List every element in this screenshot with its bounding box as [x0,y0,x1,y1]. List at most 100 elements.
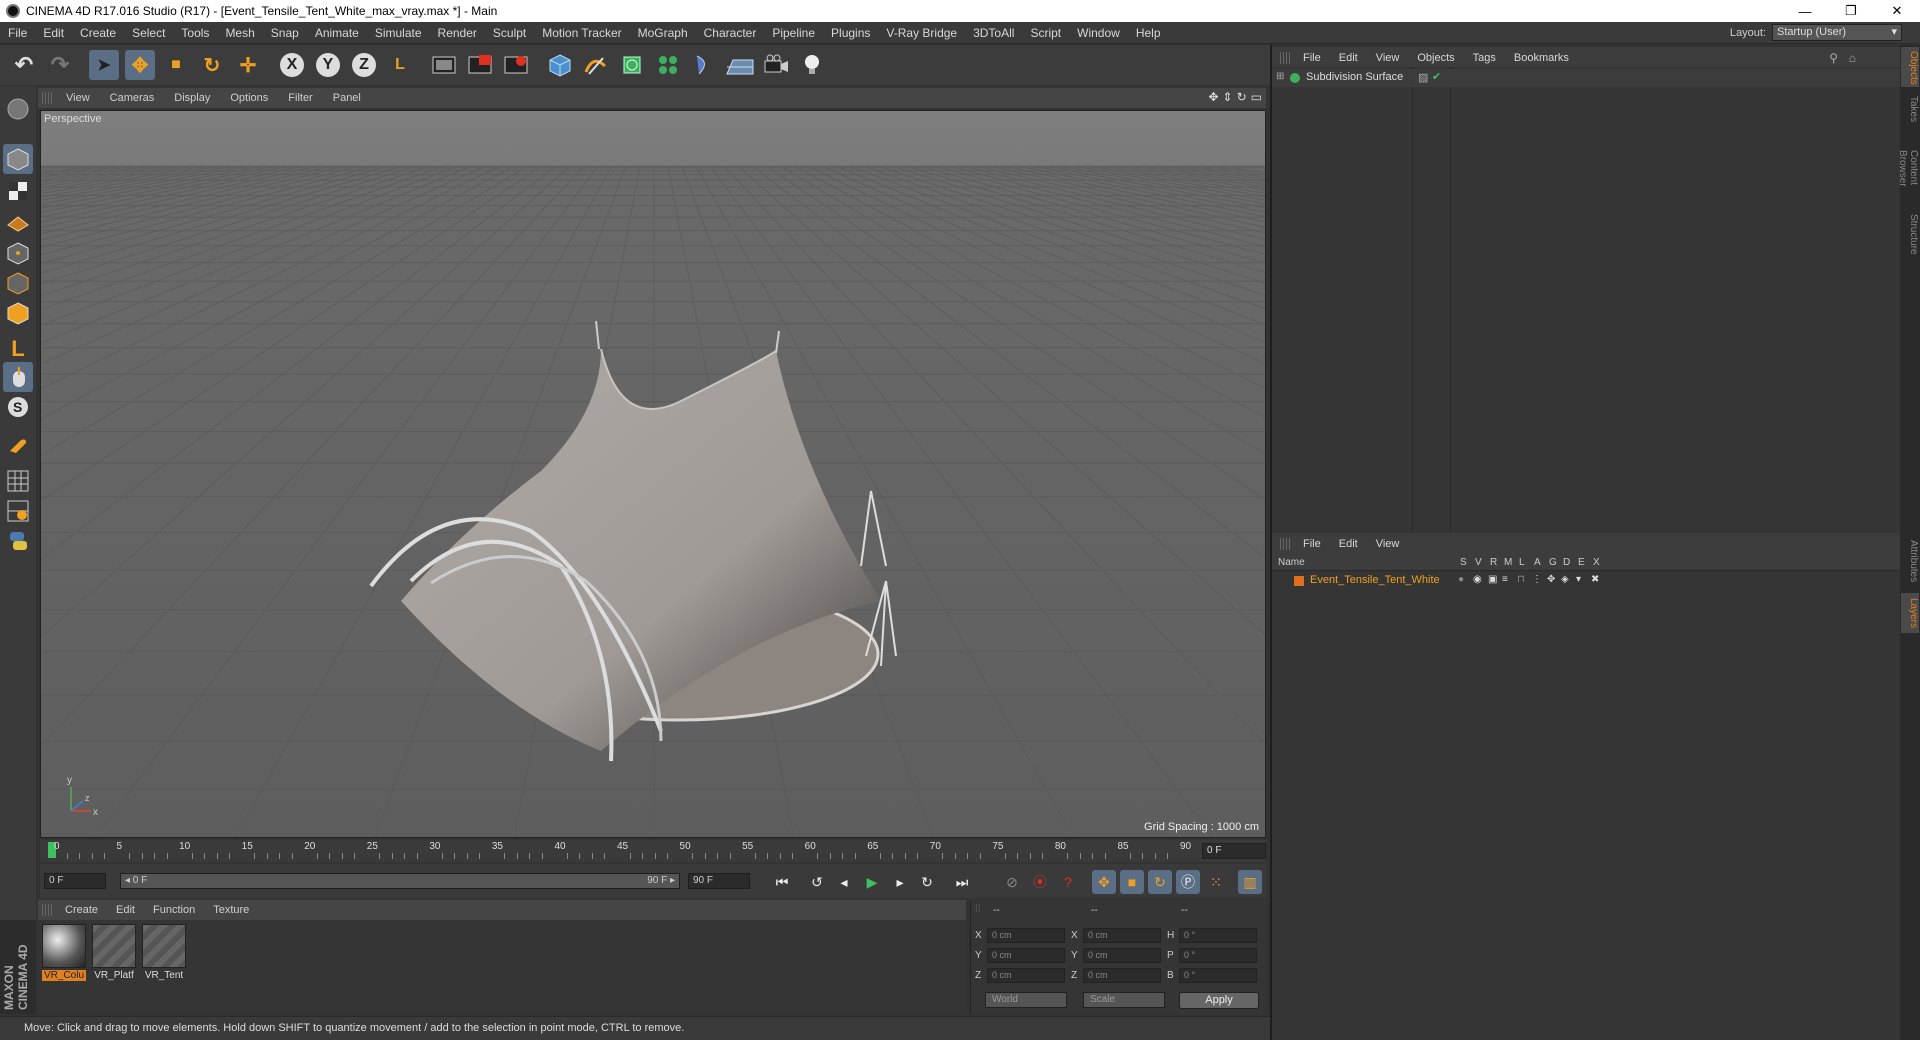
render-settings-icon[interactable] [501,50,531,80]
menu-tools[interactable]: Tools [173,26,217,40]
layer-render-icon[interactable]: ▣ [1488,574,1497,585]
material-swatch[interactable]: VR_Colu [42,924,86,981]
camera-icon[interactable] [761,50,791,80]
apply-button[interactable]: Apply [1179,992,1259,1009]
step-back-icon[interactable]: ◂ [832,870,856,894]
frame-ruler[interactable]: 0 5 10 15 20 25 30 35 40 45 50 55 60 65 70 75 80 85 90 [48,840,1194,862]
material-menu-edit[interactable]: Edit [107,904,144,916]
record-keys-icon[interactable]: ⦿ [1028,870,1052,894]
pos-y-field[interactable]: 0 cm [987,948,1065,963]
edges-mode-icon[interactable] [3,268,33,298]
key-scale-icon[interactable]: ■ [1120,870,1144,894]
menu-simulate[interactable]: Simulate [367,26,430,40]
menu-plugins[interactable]: Plugins [823,26,878,40]
tweak-mode-icon[interactable] [3,362,33,392]
layer-visible-icon[interactable]: ◉ [1473,574,1482,585]
timeline-ruler[interactable]: 0 5 10 15 20 25 30 35 40 45 50 55 60 65 70 75 80 85 90 0 F [40,840,1266,862]
polygons-mode-icon[interactable] [3,298,33,328]
viewport-menu-options[interactable]: Options [220,92,278,104]
menu-vray-bridge[interactable]: V-Ray Bridge [878,26,965,40]
grid-snap-icon[interactable] [3,496,33,526]
key-param-icon[interactable]: Ⓟ [1176,870,1200,894]
key-rotation-icon[interactable]: ↻ [1148,870,1172,894]
spline-pen-icon[interactable] [581,50,611,80]
deformer-icon[interactable] [689,50,719,80]
menu-motion-tracker[interactable]: Motion Tracker [534,26,629,40]
menu-pipeline[interactable]: Pipeline [764,26,823,40]
motion-record-icon[interactable]: ⊘ [1000,870,1024,894]
close-button[interactable]: ✕ [1874,0,1920,22]
axis-mode-icon[interactable]: L [3,334,33,364]
camera-label[interactable]: Perspective [44,113,101,125]
step-back-key-icon[interactable]: ↺ [805,870,829,894]
cube-primitive-icon[interactable] [545,50,575,80]
coord-mode-dropdown[interactable]: World [985,992,1067,1008]
objects-search-icon[interactable]: ⚲ [1829,51,1838,65]
scale-tool-button[interactable]: ■ [161,50,191,80]
viewport-menu-cameras[interactable]: Cameras [100,92,165,104]
current-frame-field[interactable]: 0 F [1202,843,1266,859]
maximize-view-icon[interactable]: ▭ [1251,90,1262,104]
autokey-icon[interactable]: ? [1056,870,1080,894]
tab-layers[interactable]: Layers [1901,593,1919,633]
coordinate-system-button[interactable]: L [385,50,415,80]
render-to-picture-viewer-icon[interactable] [465,50,495,80]
menu-animate[interactable]: Animate [307,26,367,40]
pan-icon[interactable]: ✥ [1208,90,1218,104]
viewport-menu-view[interactable]: View [56,92,100,104]
panel-grip[interactable] [1280,538,1290,550]
timeline-window-icon[interactable]: ▥ [1238,870,1262,894]
layers-menu-file[interactable]: File [1294,538,1330,550]
key-pla-icon[interactable]: ⁙ [1204,870,1228,894]
layer-row[interactable]: Event_Tensile_Tent_White ● ◉ ▣ ≡ ⊓ ⋮ ✥ ◈… [1272,573,1902,589]
menu-script[interactable]: Script [1022,26,1069,40]
make-editable-icon[interactable] [3,94,33,124]
step-forward-icon[interactable]: ▸ [888,870,912,894]
go-to-end-icon[interactable]: ⏭ [950,870,974,894]
dolly-icon[interactable]: ⇕ [1223,90,1233,104]
menu-edit[interactable]: Edit [35,26,72,40]
menu-create[interactable]: Create [72,26,124,40]
python-icon[interactable] [3,526,33,556]
enabled-check-icon[interactable]: ✔ [1432,70,1441,83]
objects-menu-file[interactable]: File [1294,52,1330,64]
tab-takes[interactable]: Takes [1901,91,1919,127]
tab-objects[interactable]: Objects [1901,47,1919,87]
edit-toggle-icon[interactable]: ▨ [1418,71,1428,84]
rot-p-field[interactable]: 0 ° [1179,948,1257,963]
object-name[interactable]: Subdivision Surface [1306,71,1403,83]
3d-viewport[interactable]: y x z Perspective Grid Spacing : 1000 cm [40,110,1266,838]
layer-xref-icon[interactable]: ✖ [1591,574,1599,585]
subdivision-surface-icon[interactable] [617,50,647,80]
panel-grip[interactable] [42,92,52,104]
menu-file[interactable]: File [0,26,35,40]
grid-lock-icon[interactable] [3,466,33,496]
menu-character[interactable]: Character [696,26,765,40]
workplane-mode-icon[interactable] [3,206,33,236]
menu-window[interactable]: Window [1069,26,1128,40]
coord-grip[interactable]: ⁞⁞ [975,904,981,915]
undo-button[interactable]: ↶ [9,50,39,80]
expand-icon[interactable]: ⊞ [1276,71,1284,82]
layer-animation-icon[interactable]: ⋮ [1532,574,1542,585]
viewport-menu-panel[interactable]: Panel [323,92,371,104]
size-x-field[interactable]: 0 cm [1083,928,1161,943]
viewport-menu-filter[interactable]: Filter [278,92,322,104]
layer-manager-icon[interactable]: ≡ [1502,574,1508,585]
key-position-icon[interactable]: ✥ [1092,870,1116,894]
light-icon[interactable] [797,50,827,80]
layer-expressions-icon[interactable]: ▾ [1576,574,1581,585]
model-mode-icon[interactable] [3,144,33,174]
minimize-button[interactable]: — [1782,0,1828,22]
panel-grip[interactable] [1280,52,1290,64]
cloner-icon[interactable] [653,50,683,80]
select-tool-button[interactable]: ➤ [89,50,119,80]
viewport-menu-display[interactable]: Display [164,92,220,104]
render-view-icon[interactable] [429,50,459,80]
points-mode-icon[interactable] [3,238,33,268]
material-menu-function[interactable]: Function [144,904,204,916]
loop-icon[interactable]: ↻ [915,870,939,894]
end-frame-field[interactable]: 90 F [688,873,750,889]
x-axis-lock-button[interactable]: X [280,53,304,77]
panel-grip[interactable] [42,904,52,916]
